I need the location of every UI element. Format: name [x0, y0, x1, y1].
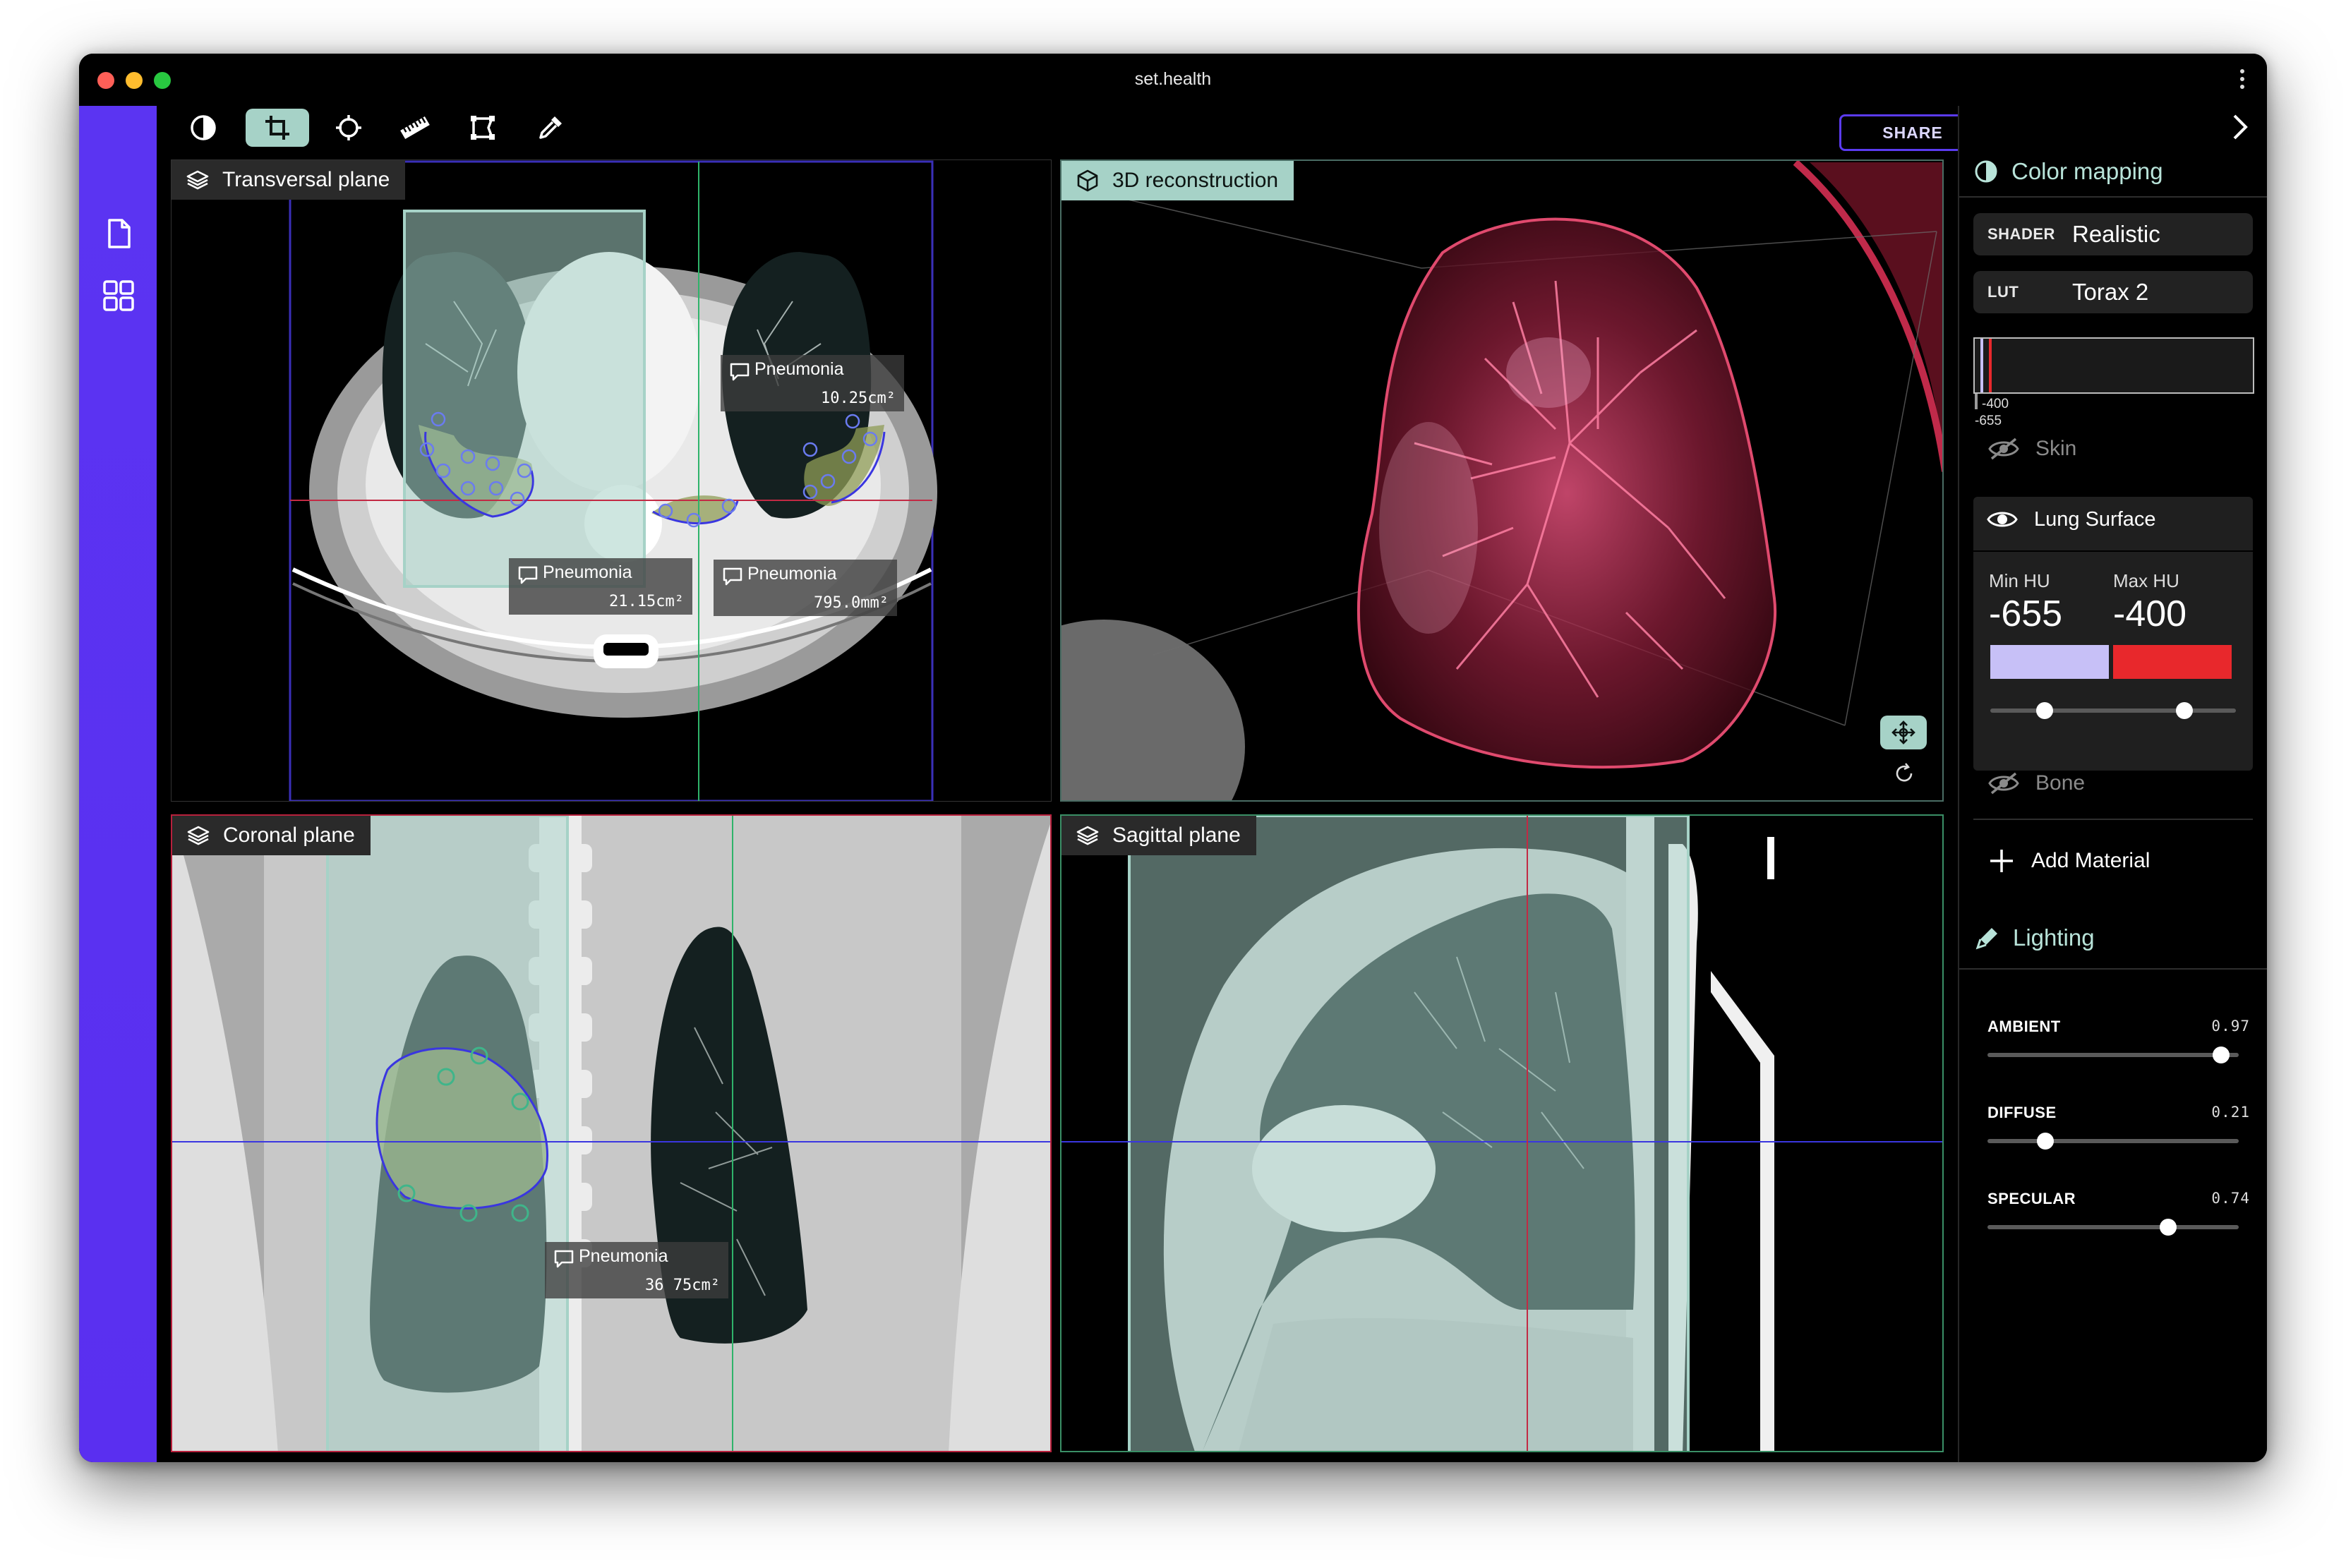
cube-icon: [1077, 169, 1098, 192]
rotate-icon[interactable]: [1891, 761, 1917, 786]
transversal-scan-image: [289, 160, 937, 801]
eye-off-icon[interactable]: [1987, 771, 2020, 796]
eyedropper-icon[interactable]: [531, 109, 570, 147]
left-sidebar: [79, 106, 157, 1462]
layers-icon: [186, 170, 209, 190]
crosshair-icon[interactable]: [329, 109, 368, 147]
contrast-icon: [1975, 160, 1997, 183]
lut-min-marker[interactable]: [1980, 339, 1983, 392]
specular-label: SPECULAR: [1987, 1190, 2076, 1207]
lut-histogram[interactable]: [1973, 337, 2254, 394]
ambient-value: 0.97: [2211, 1018, 2250, 1035]
hu-range-slider[interactable]: [1990, 702, 2236, 719]
lighting-header: Lighting: [1975, 924, 2095, 951]
specular-value: 0.74: [2211, 1190, 2250, 1207]
grid-icon[interactable]: [102, 279, 135, 312]
crop-icon[interactable]: [246, 109, 309, 147]
material-lung-surface[interactable]: Lung Surface Min HU Max HU -655 -400: [1973, 497, 2253, 771]
lut-marker-bottom: -655: [1975, 414, 2002, 428]
hu-min-handle[interactable]: [2035, 702, 2053, 719]
material-skin[interactable]: Skin: [1987, 436, 2076, 462]
annotation-pneumonia-3[interactable]: Pneumonia 795.0mm²: [714, 560, 897, 616]
right-panel: Color mapping SHADER Realistic LUT Torax…: [1958, 106, 2267, 1462]
ambient-slider[interactable]: [1987, 1047, 2239, 1063]
reconstruction-viewport[interactable]: 3D reconstruction: [1060, 159, 1944, 802]
min-hu-label: Min HU: [1989, 570, 2050, 591]
specular-slider[interactable]: [1987, 1219, 2239, 1236]
max-hu-label: Max HU: [2113, 570, 2179, 591]
comment-icon: [554, 1250, 574, 1268]
app-window: set.health SHARE Transversal plane Pneum…: [79, 54, 2267, 1462]
coronal-viewport[interactable]: Coronal plane Pneumonia 36 75cm²: [171, 814, 1052, 1452]
sagittal-scan-image: [1061, 816, 1942, 1451]
move-icon[interactable]: [1880, 716, 1927, 749]
divider: [1959, 968, 2267, 970]
color-mapping-header: Color mapping: [1973, 158, 2163, 185]
more-menu-icon[interactable]: [2240, 69, 2246, 90]
diffuse-handle[interactable]: [2036, 1133, 2054, 1150]
comment-icon: [730, 363, 750, 381]
card-divider: [1973, 550, 2253, 552]
ambient-label: AMBIENT: [1987, 1018, 2061, 1035]
lung-surface-header: Lung Surface: [1986, 507, 2156, 532]
title-bar: set.health: [79, 54, 2267, 106]
lung-3d-render: [1061, 161, 1942, 800]
transversal-label: Transversal plane: [172, 160, 406, 200]
lut-max-marker[interactable]: [1989, 339, 1992, 392]
diffuse-value: 0.21: [2211, 1104, 2250, 1121]
diffuse-label: DIFFUSE: [1987, 1104, 2057, 1121]
coronal-scan-image: [172, 816, 1050, 1451]
chevron-right-icon[interactable]: [2227, 111, 2251, 143]
transversal-viewport[interactable]: Transversal plane Pneumonia 10.25cm² Pne…: [171, 159, 1052, 802]
document-icon[interactable]: [102, 217, 135, 250]
shader-select[interactable]: SHADER Realistic: [1973, 213, 2253, 255]
ruler-icon[interactable]: [395, 109, 435, 147]
sagittal-label: Sagittal plane: [1061, 816, 1256, 855]
contrast-icon[interactable]: [184, 109, 223, 147]
min-color-swatch[interactable]: [1990, 645, 2109, 679]
max-color-swatch[interactable]: [2113, 645, 2232, 679]
lut-select[interactable]: LUT Torax 2: [1973, 271, 2253, 313]
eye-icon[interactable]: [1986, 507, 2019, 532]
comment-icon: [518, 566, 538, 584]
window-title: set.health: [1134, 69, 1212, 89]
brush-icon: [1975, 928, 1997, 950]
comment-icon: [723, 567, 742, 586]
reconstruction-label: 3D reconstruction: [1061, 161, 1294, 200]
annotation-pneumonia-1[interactable]: Pneumonia 10.25cm²: [721, 355, 904, 411]
divider: [1973, 819, 2253, 820]
annotation-pneumonia-4[interactable]: Pneumonia 36 75cm²: [545, 1242, 728, 1298]
layers-icon: [1076, 826, 1099, 845]
lut-marker-top: -400: [1982, 397, 2009, 411]
diffuse-slider[interactable]: [1987, 1133, 2239, 1150]
eye-off-icon[interactable]: [1987, 436, 2020, 462]
divider: [1959, 196, 2267, 198]
material-bone[interactable]: Bone: [1987, 771, 2085, 796]
add-material-button[interactable]: Add Material: [1987, 847, 2150, 875]
specular-handle[interactable]: [2160, 1219, 2177, 1236]
coronal-label: Coronal plane: [172, 816, 371, 855]
shape-icon[interactable]: [463, 109, 503, 147]
lut-tick: [1975, 394, 1978, 409]
hu-max-handle[interactable]: [2175, 702, 2193, 719]
plus-icon: [1990, 850, 2013, 872]
sagittal-viewport[interactable]: Sagittal plane: [1060, 814, 1944, 1452]
annotation-pneumonia-2[interactable]: Pneumonia 21.15cm²: [509, 558, 692, 615]
min-hu-value[interactable]: -655: [1989, 593, 2062, 635]
max-hu-value[interactable]: -400: [2113, 593, 2186, 635]
layers-icon: [187, 826, 210, 845]
ambient-handle[interactable]: [2213, 1047, 2230, 1063]
